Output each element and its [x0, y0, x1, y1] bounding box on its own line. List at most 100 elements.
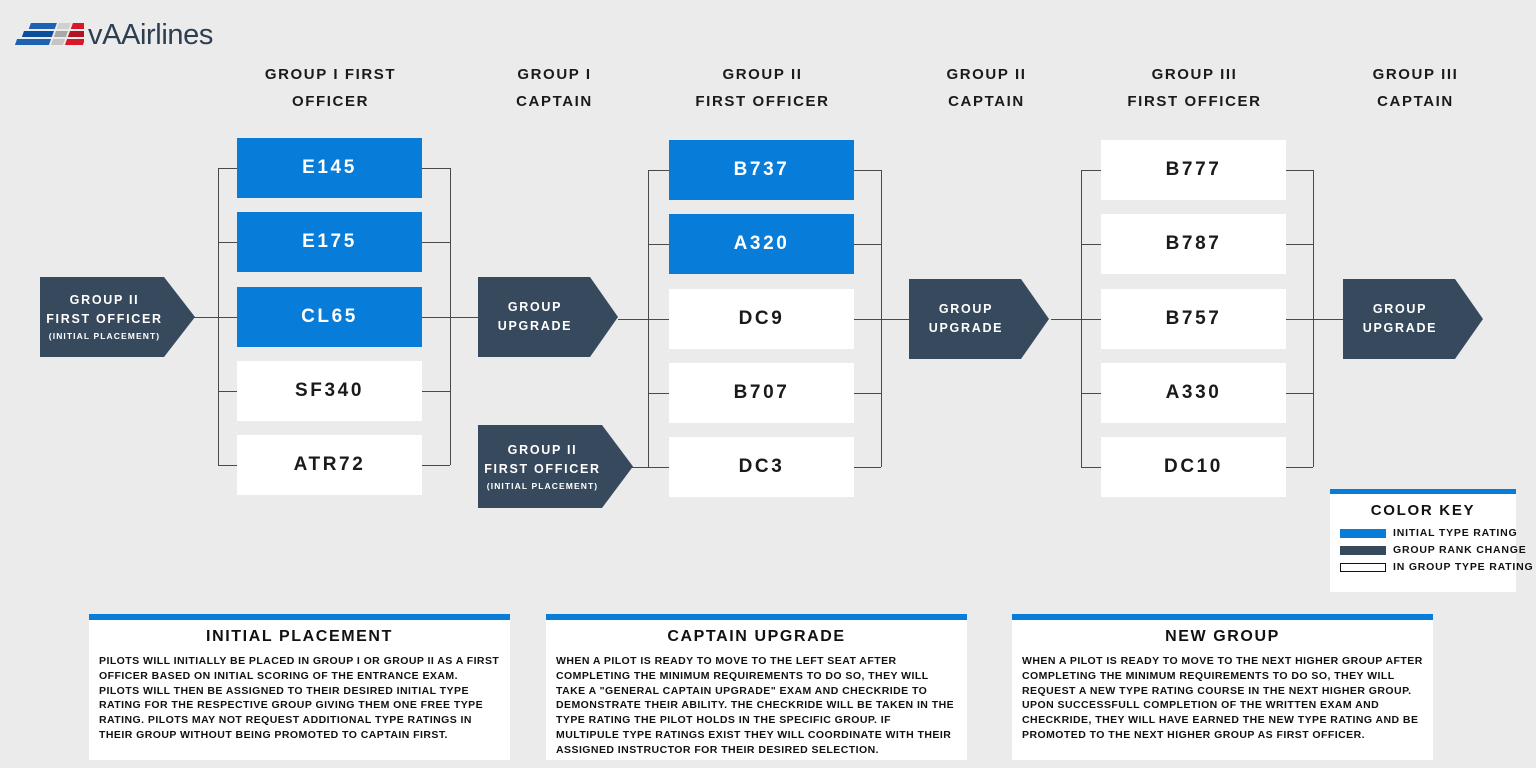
aircraft-label: A320 — [733, 233, 790, 254]
column-header-group2-captain: GROUP II CAPTAIN — [889, 61, 1084, 115]
column-header-group1-first-officer: GROUP I FIRST OFFICER — [233, 61, 428, 115]
aircraft-box-dc10[interactable]: DC10 — [1101, 437, 1286, 497]
info-panel-title: INITIAL PLACEMENT — [206, 628, 393, 645]
info-panel-title: NEW GROUP — [1165, 628, 1280, 645]
column-header-line2: CAPTAIN — [1377, 93, 1454, 110]
vaairlines-logo-icon — [14, 20, 91, 50]
connector-stub — [218, 317, 238, 318]
aircraft-box-b787[interactable]: B787 — [1101, 214, 1286, 274]
connector-group3-to-upgrade — [1313, 319, 1343, 320]
column-header-group3-captain: GROUP III CAPTAIN — [1318, 61, 1513, 115]
column-header-line1: GROUP II — [946, 66, 1027, 83]
connector-stub — [854, 319, 881, 320]
aircraft-box-cl65[interactable]: CL65 — [237, 287, 422, 347]
color-key-title: COLOR KEY — [1370, 502, 1476, 519]
aircraft-label: DC3 — [738, 456, 785, 477]
upgrade-node-line2: UPGRADE — [928, 321, 1004, 335]
connector-stub — [422, 242, 450, 243]
entry-node-line1: GROUP II — [69, 293, 140, 307]
connector-stub — [1286, 244, 1313, 245]
connector-stub — [854, 244, 881, 245]
connector-upgrade-to-group2 — [618, 319, 648, 320]
upgrade-node-group1-captain[interactable]: GROUP UPGRADE — [478, 277, 618, 357]
aircraft-label: B757 — [1165, 308, 1222, 329]
column-header-line1: GROUP II — [722, 66, 803, 83]
connector-stub — [854, 467, 881, 468]
entry-node-line2: FIRST OFFICER — [484, 461, 601, 476]
connector-stub — [422, 465, 450, 466]
career-progression-diagram: vAAirlines GROUP I FIRST OFFICER GROUP I… — [0, 0, 1536, 768]
column-header-group3-first-officer: GROUP III FIRST OFFICER — [1097, 61, 1292, 115]
column-header-line1: GROUP III — [1151, 66, 1238, 83]
aircraft-label: CL65 — [301, 306, 358, 327]
aircraft-box-dc3[interactable]: DC3 — [669, 437, 854, 497]
aircraft-label: B707 — [733, 382, 790, 403]
color-key-card: COLOR KEY INITIAL TYPE RATING GROUP RANK… — [1330, 489, 1533, 592]
connector-stub — [1286, 170, 1313, 171]
upgrade-node-line1: GROUP — [1372, 302, 1428, 316]
aircraft-label: SF340 — [295, 380, 364, 401]
brand-name: vAAirlines — [88, 19, 213, 51]
aircraft-label: B777 — [1165, 159, 1222, 180]
info-panel-body: WHEN A PILOT IS READY TO MOVE TO THE NEX… — [1022, 655, 1423, 741]
info-panel-new-group: NEW GROUP WHEN A PILOT IS READY TO MOVE … — [1012, 614, 1433, 760]
column-header-line2: CAPTAIN — [516, 93, 593, 110]
brand-logo: vAAirlines — [14, 20, 213, 50]
connector-stub — [1286, 319, 1313, 320]
aircraft-label: E145 — [302, 157, 357, 178]
aircraft-box-b707[interactable]: B707 — [669, 363, 854, 423]
upgrade-node-line2: UPGRADE — [1362, 321, 1438, 335]
upgrade-node-group3-captain[interactable]: GROUP UPGRADE — [1343, 279, 1483, 359]
aircraft-box-dc9[interactable]: DC9 — [669, 289, 854, 349]
color-key-label: INITIAL TYPE RATING — [1393, 527, 1518, 539]
aircraft-box-b757[interactable]: B757 — [1101, 289, 1286, 349]
connector-stub — [648, 467, 669, 468]
column-header-group1-captain: GROUP I CAPTAIN — [457, 61, 652, 115]
connector-stub — [648, 393, 669, 394]
info-panel-initial-placement: INITIAL PLACEMENT PILOTS WILL INITIALLY … — [89, 614, 510, 760]
connector-stub — [648, 170, 669, 171]
aircraft-box-sf340[interactable]: SF340 — [237, 361, 422, 421]
column-header-line2: OFFICER — [291, 93, 370, 110]
connector-stub — [1081, 244, 1101, 245]
connector-stub — [648, 319, 669, 320]
info-panel-title: CAPTAIN UPGRADE — [667, 628, 846, 645]
color-key-row-initial-type-rating: INITIAL TYPE RATING — [1340, 527, 1517, 539]
aircraft-box-atr72[interactable]: ATR72 — [237, 435, 422, 495]
column-header-line2: FIRST OFFICER — [1127, 93, 1262, 110]
column-header-line2: CAPTAIN — [948, 93, 1025, 110]
upgrade-node-group2-captain[interactable]: GROUP UPGRADE — [909, 279, 1049, 359]
color-key-label: IN GROUP TYPE RATING — [1393, 561, 1534, 573]
upgrade-node-line1: GROUP — [938, 302, 994, 316]
aircraft-label: B787 — [1165, 233, 1222, 254]
connector-stub — [422, 391, 450, 392]
info-panel-body: WHEN A PILOT IS READY TO MOVE TO THE LEF… — [556, 655, 955, 756]
connector-stub — [854, 393, 881, 394]
aircraft-box-b777[interactable]: B777 — [1101, 140, 1286, 200]
entry-node-group2-first-officer[interactable]: GROUP II FIRST OFFICER (INITIAL PLACEMEN… — [478, 425, 633, 508]
color-key-label: GROUP RANK CHANGE — [1393, 544, 1527, 556]
connector-stub — [1081, 467, 1101, 468]
swatch-in-group-type-rating — [1340, 562, 1386, 572]
entry-node-group1-first-officer[interactable]: GROUP II FIRST OFFICER (INITIAL PLACEMEN… — [40, 277, 195, 357]
aircraft-box-e175[interactable]: E175 — [237, 212, 422, 272]
connector-group2-to-upgrade — [881, 319, 909, 320]
connector-upgrade-to-group3 — [1051, 319, 1081, 320]
entry-node-sublabel: (INITIAL PLACEMENT) — [48, 331, 161, 341]
entry-node-sublabel: (INITIAL PLACEMENT) — [486, 480, 599, 491]
aircraft-box-a330[interactable]: A330 — [1101, 363, 1286, 423]
color-key-row-in-group-type-rating: IN GROUP TYPE RATING — [1340, 561, 1533, 573]
aircraft-box-e145[interactable]: E145 — [237, 138, 422, 198]
swatch-group-rank-change — [1340, 545, 1386, 555]
connector-stub — [1286, 393, 1313, 394]
connector-stub — [218, 391, 238, 392]
aircraft-box-a320[interactable]: A320 — [669, 214, 854, 274]
connector-stub — [422, 168, 450, 169]
upgrade-node-line2: UPGRADE — [497, 319, 573, 333]
aircraft-box-b737[interactable]: B737 — [669, 140, 854, 200]
connector-stub — [218, 168, 238, 169]
info-panel-captain-upgrade: CAPTAIN UPGRADE WHEN A PILOT IS READY TO… — [546, 614, 967, 760]
connector-stub — [218, 242, 238, 243]
aircraft-label: DC10 — [1164, 456, 1223, 477]
connector-stub — [1081, 170, 1101, 171]
